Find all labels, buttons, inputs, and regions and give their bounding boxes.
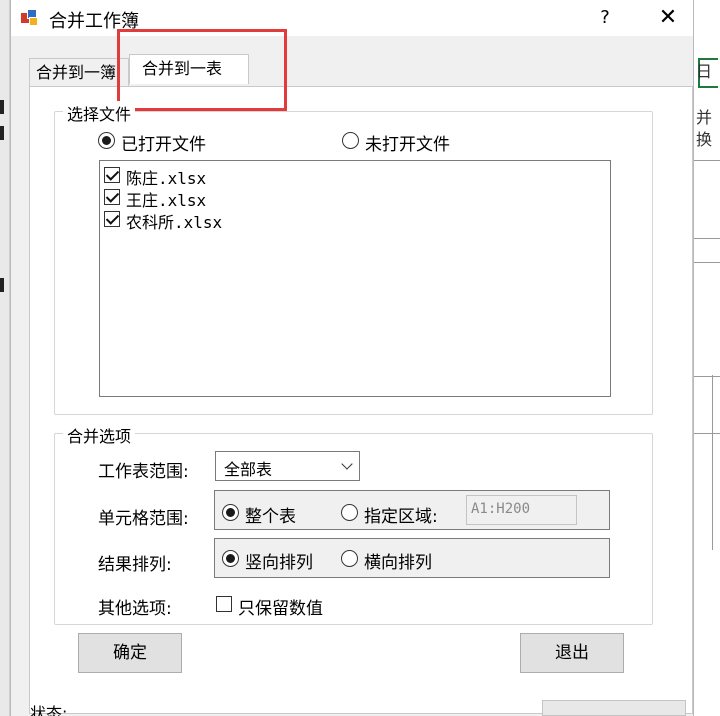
radio-whole-sheet-label: 整个表: [245, 507, 296, 527]
radio-vertical-label: 竖向排列: [245, 553, 313, 573]
radio-vertical[interactable]: [222, 550, 239, 567]
values-only-checkbox[interactable]: [216, 596, 232, 612]
result-order-label: 结果排列:: [98, 555, 172, 575]
group-legend: 选择文件: [63, 101, 136, 125]
radio-opened-files-label: 已打开文件: [121, 135, 206, 155]
file-checkbox[interactable]: [104, 167, 120, 183]
status-bar: 状态:: [10, 700, 694, 716]
help-button[interactable]: ?: [591, 4, 619, 32]
status-field: [542, 700, 686, 716]
radio-specified-range[interactable]: [341, 504, 358, 521]
background-spreadsheet-right: 日 并 换: [694, 0, 720, 716]
sheet-range-select[interactable]: 全部表: [215, 451, 360, 481]
ok-button[interactable]: 确定: [78, 633, 182, 673]
file-checkbox[interactable]: [104, 189, 120, 205]
radio-horizontal[interactable]: [341, 550, 358, 567]
group-legend: 合并选项: [63, 423, 136, 447]
cell-range-label: 单元格范围:: [98, 509, 189, 529]
app-icon: [21, 9, 39, 27]
annotation-highlight-box: [117, 29, 287, 111]
radio-horizontal-label: 横向排列: [364, 553, 432, 573]
exit-button[interactable]: 退出: [520, 633, 624, 673]
close-button[interactable]: ✕: [653, 4, 683, 32]
sheet-range-value: 全部表: [224, 460, 273, 479]
status-label: 状态:: [30, 704, 68, 716]
radio-unopened-files-label: 未打开文件: [365, 135, 450, 155]
radio-specified-range-label: 指定区域:: [364, 507, 438, 527]
values-only-label: 只保留数值: [238, 599, 323, 619]
background-char: 并: [696, 108, 713, 127]
range-input[interactable]: A1:H200: [466, 495, 577, 525]
radio-opened-files[interactable]: [98, 132, 115, 149]
background-spreadsheet-left: [0, 0, 10, 716]
file-list[interactable]: 陈庄.xlsx 王庄.xlsx 农科所.xlsx: [99, 160, 611, 397]
radio-whole-sheet[interactable]: [222, 504, 239, 521]
background-char: 日: [696, 62, 713, 81]
file-name: 农科所.xlsx: [126, 213, 223, 232]
range-input-placeholder: A1:H200: [471, 501, 531, 517]
background-char: 换: [696, 130, 713, 149]
chevron-down-icon: [341, 458, 353, 470]
radio-unopened-files[interactable]: [342, 132, 359, 149]
file-checkbox[interactable]: [104, 211, 120, 227]
tab-merge-to-workbook[interactable]: 合并到一簿: [29, 58, 129, 86]
file-name: 王庄.xlsx: [126, 191, 207, 210]
title-bar: 合并工作簿 ? ✕: [11, 0, 693, 36]
sheet-range-label: 工作表范围:: [98, 462, 189, 482]
other-options-label: 其他选项:: [98, 599, 172, 619]
file-name: 陈庄.xlsx: [126, 169, 207, 188]
